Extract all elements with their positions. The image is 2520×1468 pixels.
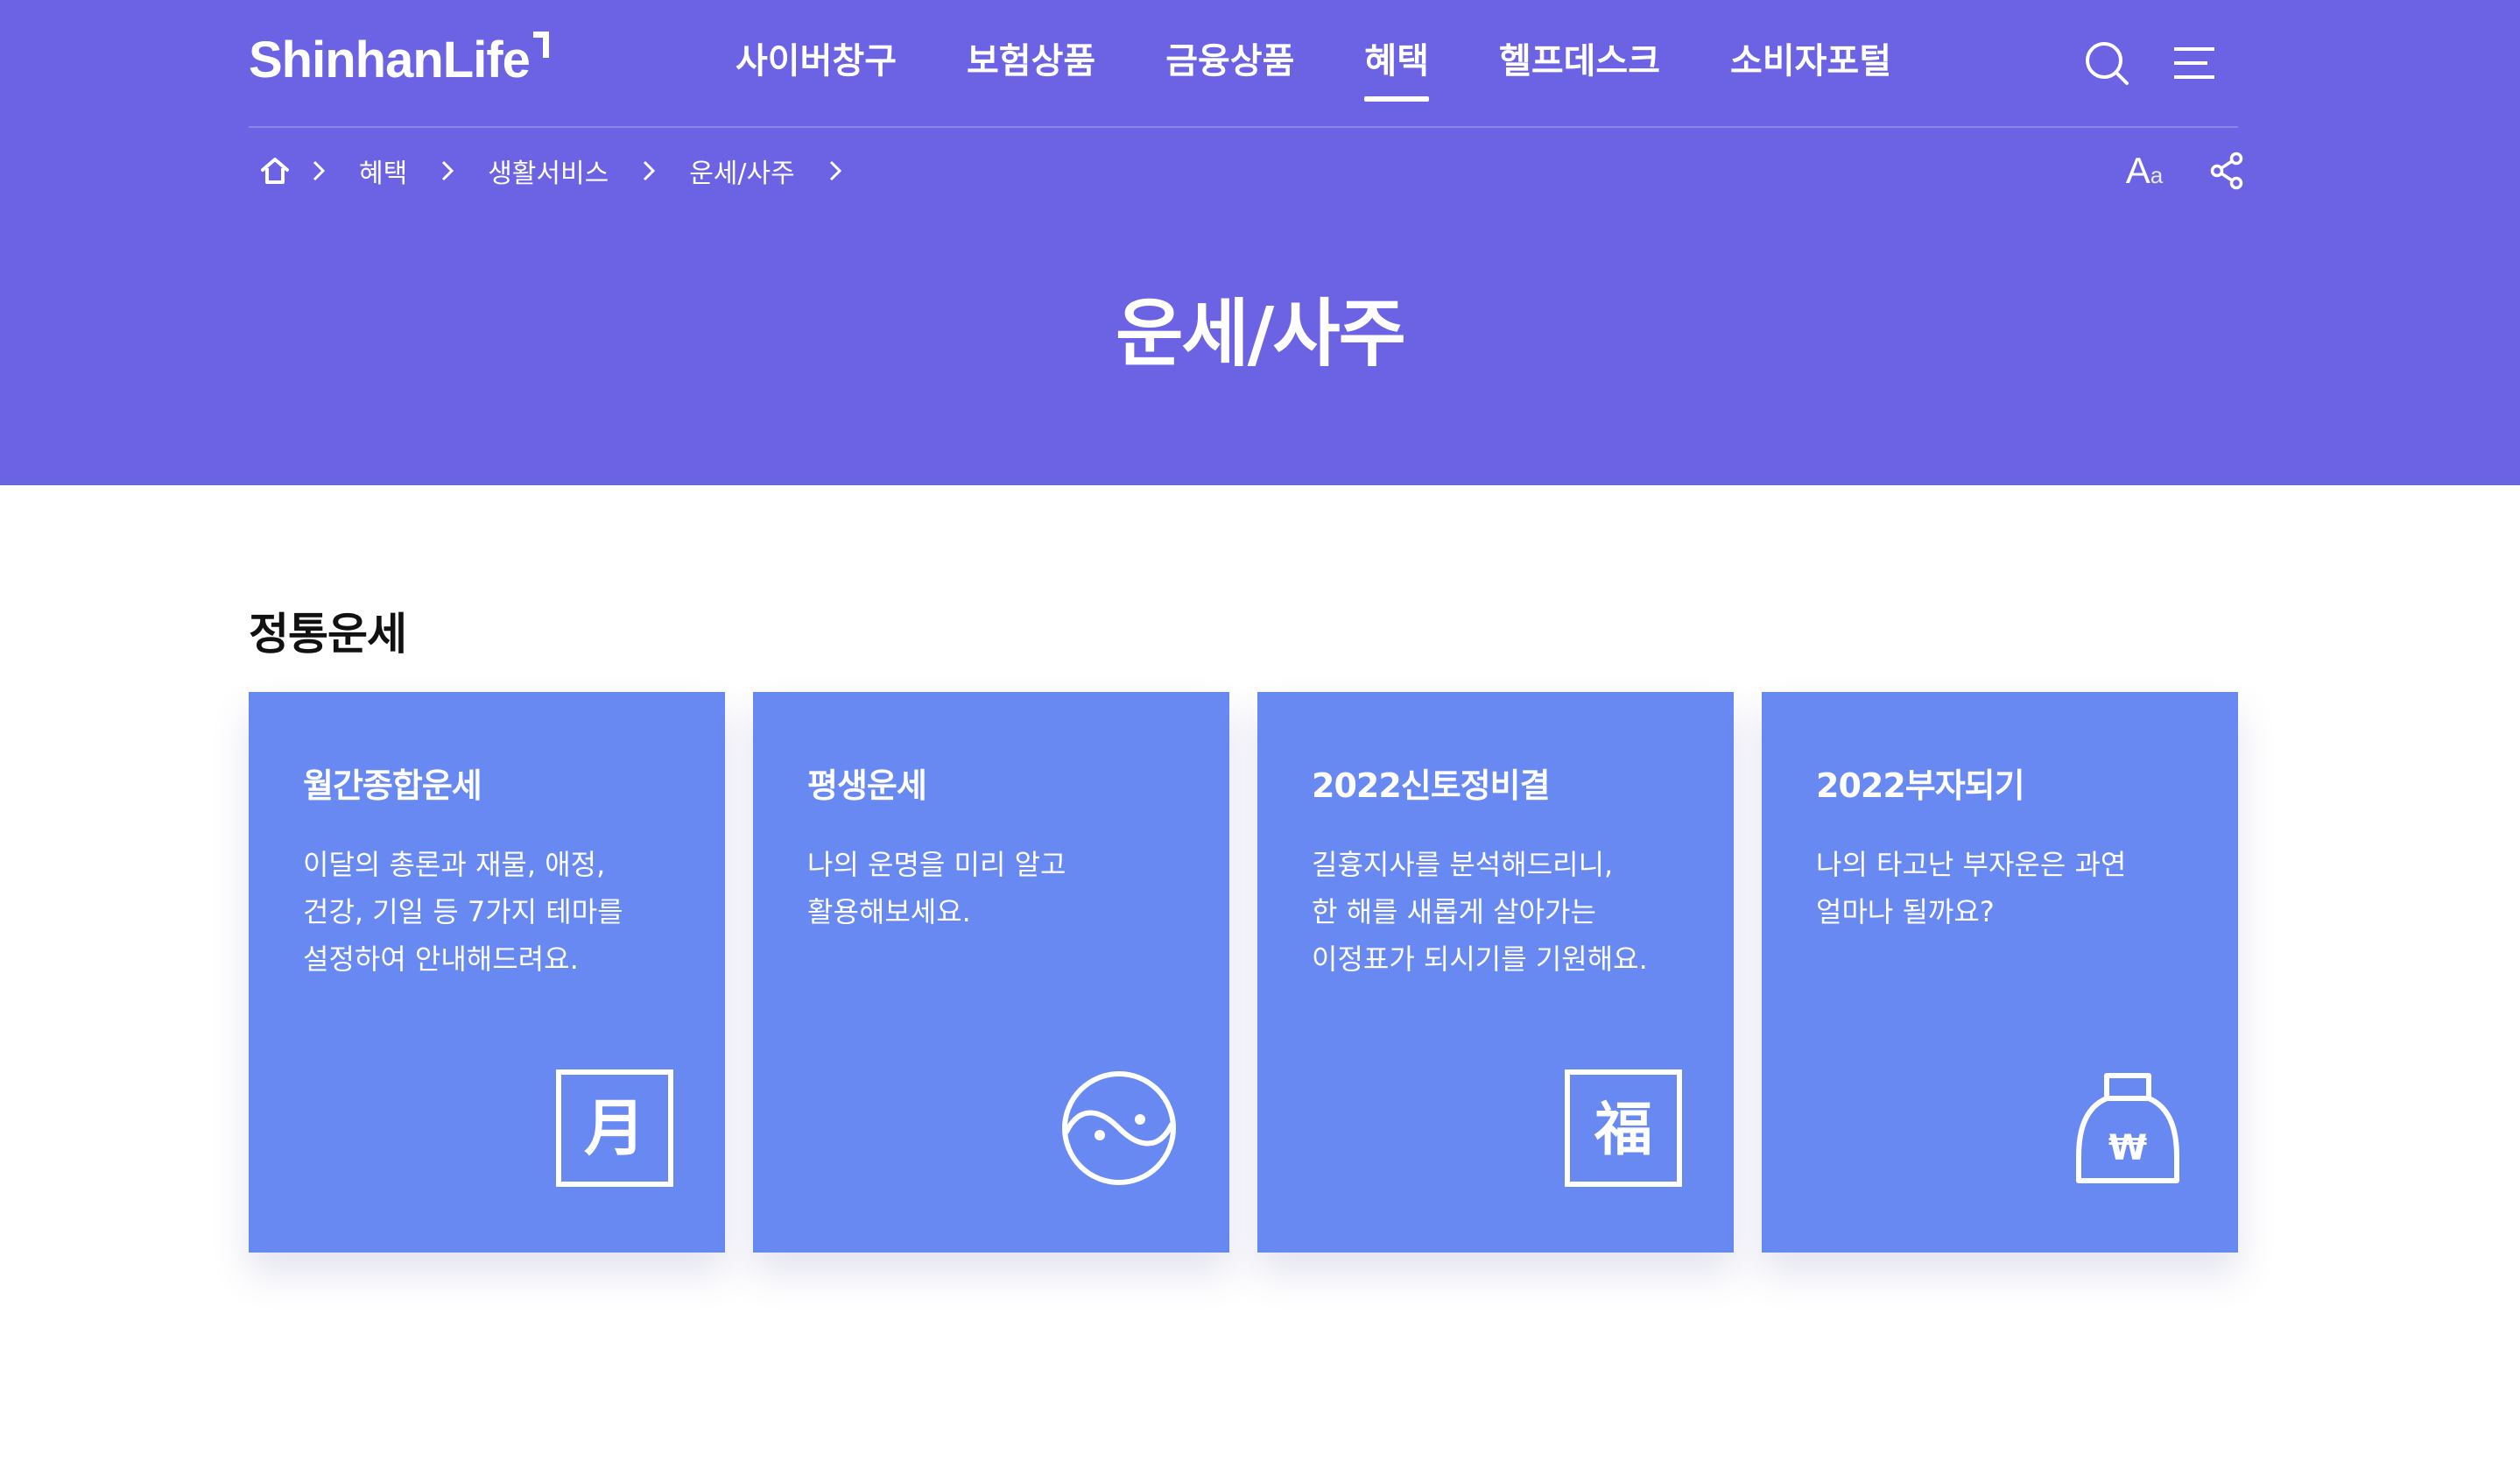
- top-navigation-bar: ShinhanLife 사이버창구 보험상품 금융상품 혜택 헬프데스크 소비자…: [249, 0, 2238, 128]
- nav-item-insurance-products[interactable]: 보험상품: [967, 0, 1095, 128]
- card-lifetime-fortune[interactable]: 평생운세 나의 운명을 미리 알고 활용해보세요.: [753, 692, 1229, 1253]
- section-title: 정통운세: [249, 609, 407, 660]
- share-icon: [2210, 152, 2243, 190]
- breadcrumb-item-fortune[interactable]: 운세/사주: [689, 152, 795, 190]
- hamburger-menu-icon: [2174, 47, 2214, 79]
- fortune-character-icon: 福: [1565, 1069, 1682, 1187]
- card-description-line: 나의 타고난 부자운은 과연: [1816, 848, 2127, 881]
- card-description-line: 활용해보세요.: [807, 895, 971, 928]
- card-description: 길흉지사를 분석해드리니, 한 해를 새롭게 살아가는 이정표가 되시기를 기원…: [1312, 841, 1697, 983]
- breadcrumb-separator: [430, 145, 465, 197]
- moon-character-icon: 月: [556, 1069, 673, 1187]
- share-button[interactable]: [2196, 140, 2257, 201]
- card-title: 2022신토정비결: [1312, 766, 1551, 805]
- font-size-big-letter: A: [2125, 150, 2150, 191]
- card-description: 이달의 총론과 재물, 애정, 건강, 기일 등 7가지 테마를 설정하여 안내…: [303, 841, 688, 983]
- breadcrumb-separator: [301, 145, 336, 197]
- global-nav: 사이버창구 보험상품 금융상품 혜택 헬프데스크 소비자포털: [736, 0, 1961, 128]
- chevron-right-icon: [442, 160, 454, 181]
- nav-item-consumer-portal[interactable]: 소비자포털: [1730, 0, 1891, 128]
- card-monthly-fortune[interactable]: 월간종합운세 이달의 총론과 재물, 애정, 건강, 기일 등 7가지 테마를 …: [249, 692, 725, 1253]
- nav-item-financial-products[interactable]: 금융상품: [1165, 0, 1294, 128]
- card-description-line: 설정하여 안내해드려요.: [303, 942, 579, 976]
- card-description-line: 한 해를 새롭게 살아가는: [1312, 895, 1596, 928]
- card-description: 나의 타고난 부자운은 과연 얼마나 될까요?: [1816, 841, 2201, 935]
- won-sign-text: ₩: [2108, 1128, 2147, 1168]
- chevron-right-icon: [829, 160, 841, 181]
- chevron-right-icon: [644, 160, 656, 181]
- logo-mark: [532, 32, 549, 58]
- breadcrumb-home[interactable]: [249, 145, 301, 197]
- page-title: 운세/사주: [1116, 291, 1406, 377]
- card-description: 나의 운명을 미리 알고 활용해보세요.: [807, 841, 1193, 935]
- search-button[interactable]: [2080, 37, 2133, 89]
- breadcrumb-item-benefits[interactable]: 혜택: [359, 152, 407, 190]
- hero-banner: ShinhanLife 사이버창구 보험상품 금융상품 혜택 헬프데스크 소비자…: [0, 0, 2520, 485]
- breadcrumb: 혜택 생활서비스 운세/사주: [249, 140, 853, 201]
- breadcrumb-separator: [631, 145, 666, 197]
- shinhanlife-logo[interactable]: ShinhanLife: [249, 30, 549, 91]
- font-size-icon: Aa: [2126, 150, 2163, 192]
- yin-yang-icon: [1062, 1071, 1176, 1185]
- menu-button[interactable]: [2168, 37, 2221, 89]
- money-bag-icon: ₩: [2076, 1073, 2179, 1183]
- nav-item-benefits[interactable]: 혜택: [1364, 0, 1429, 128]
- card-tojeong-secret[interactable]: 2022신토정비결 길흉지사를 분석해드리니, 한 해를 새롭게 살아가는 이정…: [1257, 692, 1734, 1253]
- fortune-character-text: 福: [1594, 1096, 1652, 1163]
- page-tools: Aa: [2093, 140, 2257, 201]
- card-description-line: 길흉지사를 분석해드리니,: [1312, 848, 1614, 881]
- card-title: 월간종합운세: [303, 766, 482, 805]
- card-description-line: 이정표가 되시기를 기원해요.: [1312, 942, 1648, 976]
- breadcrumb-item-life-services[interactable]: 생활서비스: [488, 152, 609, 190]
- card-title: 평생운세: [807, 766, 927, 805]
- nav-item-helpdesk[interactable]: 헬프데스크: [1499, 0, 1660, 128]
- font-size-small-letter: a: [2150, 162, 2164, 188]
- card-description-line: 건강, 기일 등 7가지 테마를: [303, 895, 623, 928]
- fortune-card-list: 월간종합운세 이달의 총론과 재물, 애정, 건강, 기일 등 7가지 테마를 …: [249, 692, 2238, 1253]
- search-icon: [2086, 42, 2129, 85]
- nav-item-cyber-window[interactable]: 사이버창구: [736, 0, 897, 128]
- chevron-right-icon: [313, 160, 326, 181]
- font-size-button[interactable]: Aa: [2114, 140, 2175, 201]
- card-become-rich[interactable]: 2022부자되기 나의 타고난 부자운은 과연 얼마나 될까요? ₩: [1762, 692, 2238, 1253]
- home-icon: [261, 158, 289, 184]
- card-title: 2022부자되기: [1816, 766, 2025, 805]
- logo-text: ShinhanLife: [249, 32, 531, 88]
- moon-character-text: 月: [584, 1092, 645, 1164]
- card-description-line: 이달의 총론과 재물, 애정,: [303, 848, 606, 881]
- card-description-line: 얼마나 될까요?: [1816, 895, 1995, 928]
- card-description-line: 나의 운명을 미리 알고: [807, 848, 1066, 881]
- breadcrumb-dropdown-toggle[interactable]: [818, 145, 853, 197]
